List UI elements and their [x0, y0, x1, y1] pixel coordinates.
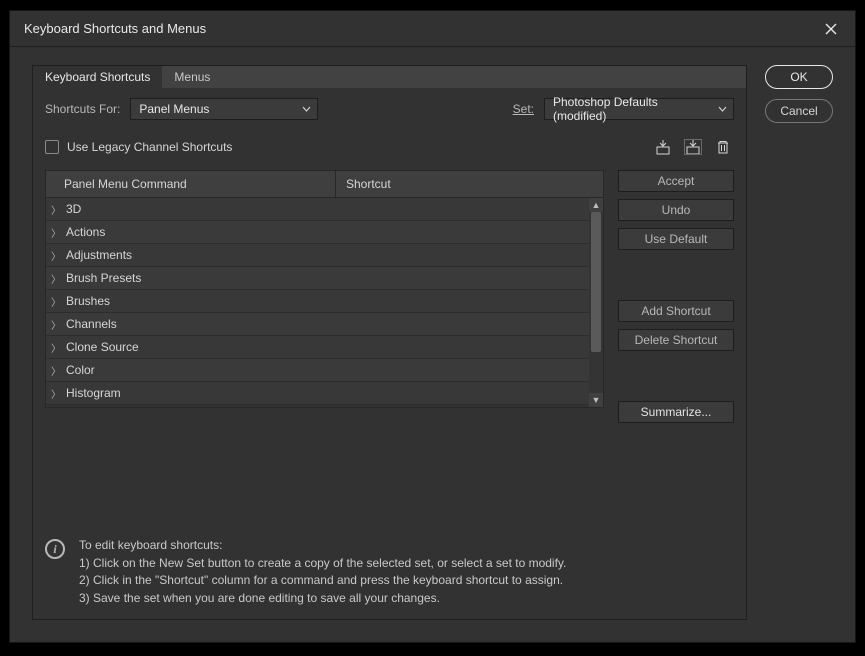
chevron-right-icon: 〉	[46, 340, 66, 355]
scroll-down-button[interactable]: ▼	[589, 393, 603, 407]
chevron-down-icon	[302, 106, 311, 112]
col-shortcut: Shortcut	[336, 171, 603, 197]
chevron-right-icon: 〉	[46, 386, 66, 401]
chevron-right-icon: 〉	[46, 248, 66, 263]
chevron-right-icon: 〉	[46, 202, 66, 217]
table-row[interactable]: 〉Color	[46, 359, 589, 382]
shortcuts-for-select[interactable]: Panel Menus	[130, 98, 318, 120]
chevron-right-icon: 〉	[46, 363, 66, 378]
chevron-down-icon	[718, 106, 727, 112]
table-row[interactable]: 〉Adjustments	[46, 244, 589, 267]
dialog-body: Keyboard Shortcuts Menus Shortcuts For: …	[10, 47, 855, 642]
help-text: i To edit keyboard shortcuts: 1) Click o…	[45, 537, 734, 607]
table-row[interactable]: 〉Brush Presets	[46, 267, 589, 290]
help-line-2: 2) Click in the "Shortcut" column for a …	[79, 572, 566, 589]
row-name: Actions	[66, 225, 589, 239]
row-name: Brushes	[66, 294, 589, 308]
content-zone: Panel Menu Command Shortcut 〉3D〉Actions〉…	[45, 170, 734, 523]
row-name: Adjustments	[66, 248, 589, 262]
tab-keyboard-shortcuts[interactable]: Keyboard Shortcuts	[33, 66, 162, 88]
table-head: Panel Menu Command Shortcut	[45, 170, 604, 198]
chevron-right-icon: 〉	[46, 317, 66, 332]
chevron-right-icon: 〉	[46, 225, 66, 240]
action-buttons: Accept Undo Use Default Add Shortcut Del…	[618, 170, 734, 523]
main-column: Keyboard Shortcuts Menus Shortcuts For: …	[32, 65, 747, 620]
help-lines: To edit keyboard shortcuts: 1) Click on …	[79, 537, 566, 607]
cancel-button[interactable]: Cancel	[765, 99, 833, 123]
undo-button[interactable]: Undo	[618, 199, 734, 221]
set-select[interactable]: Photoshop Defaults (modified)	[544, 98, 734, 120]
tab-menus[interactable]: Menus	[162, 66, 222, 88]
tabstrip: Keyboard Shortcuts Menus	[33, 66, 746, 88]
panel-box: Keyboard Shortcuts Menus Shortcuts For: …	[32, 65, 747, 620]
row-name: 3D	[66, 202, 589, 216]
table-row[interactable]: 〉Histogram	[46, 382, 589, 405]
table-row[interactable]: 〉Actions	[46, 221, 589, 244]
delete-set-button[interactable]	[712, 136, 734, 158]
dialog-title: Keyboard Shortcuts and Menus	[24, 21, 817, 36]
row-name: Channels	[66, 317, 589, 331]
titlebar: Keyboard Shortcuts and Menus	[10, 11, 855, 47]
table-row[interactable]: 〉Clone Source	[46, 336, 589, 359]
help-line-3: 3) Save the set when you are done editin…	[79, 590, 566, 607]
scroll-thumb[interactable]	[591, 212, 601, 352]
chevron-right-icon: 〉	[46, 294, 66, 309]
use-default-button[interactable]: Use Default	[618, 228, 734, 250]
save-set-button[interactable]	[652, 136, 674, 158]
close-icon	[825, 23, 837, 35]
save-set-icon	[654, 139, 672, 155]
chevron-right-icon: 〉	[46, 271, 66, 286]
table-row[interactable]: 〉Brushes	[46, 290, 589, 313]
legacy-checkbox[interactable]	[45, 140, 59, 154]
delete-shortcut-button[interactable]: Delete Shortcut	[618, 329, 734, 351]
set-label: Set:	[513, 102, 534, 116]
help-line-1: 1) Click on the New Set button to create…	[79, 555, 566, 572]
new-set-button[interactable]	[682, 136, 704, 158]
dialog-keyboard-shortcuts: Keyboard Shortcuts and Menus Keyboard Sh…	[9, 10, 856, 643]
legacy-label: Use Legacy Channel Shortcuts	[67, 140, 232, 154]
row-name: Brush Presets	[66, 271, 589, 285]
add-shortcut-button[interactable]: Add Shortcut	[618, 300, 734, 322]
vertical-scrollbar[interactable]: ▲ ▼	[589, 198, 603, 407]
summarize-button[interactable]: Summarize...	[618, 401, 734, 423]
table-row[interactable]: 〉Channels	[46, 313, 589, 336]
table-body: 〉3D〉Actions〉Adjustments〉Brush Presets〉Br…	[45, 198, 604, 408]
shortcut-table: Panel Menu Command Shortcut 〉3D〉Actions〉…	[45, 170, 604, 523]
info-icon: i	[45, 539, 65, 559]
set-value: Photoshop Defaults (modified)	[553, 95, 711, 123]
ok-button[interactable]: OK	[765, 65, 833, 89]
panel-inner: Shortcuts For: Panel Menus Set: Photosho…	[33, 88, 746, 619]
scroll-track[interactable]	[589, 212, 603, 393]
shortcuts-for-label: Shortcuts For:	[45, 102, 120, 116]
shortcuts-for-value: Panel Menus	[139, 102, 209, 116]
accept-button[interactable]: Accept	[618, 170, 734, 192]
side-column: OK Cancel	[765, 65, 833, 620]
table-rows: 〉3D〉Actions〉Adjustments〉Brush Presets〉Br…	[46, 198, 589, 407]
table-row[interactable]: 〉3D	[46, 198, 589, 221]
trash-icon	[716, 139, 730, 155]
row-shortcuts-for: Shortcuts For: Panel Menus Set: Photosho…	[45, 98, 734, 120]
row-name: Clone Source	[66, 340, 589, 354]
row-name: Histogram	[66, 386, 589, 400]
col-command: Panel Menu Command	[46, 171, 336, 197]
close-button[interactable]	[817, 15, 845, 43]
row-legacy: Use Legacy Channel Shortcuts	[45, 136, 734, 158]
scroll-up-button[interactable]: ▲	[589, 198, 603, 212]
help-heading: To edit keyboard shortcuts:	[79, 537, 566, 554]
new-set-icon	[684, 139, 702, 155]
row-name: Color	[66, 363, 589, 377]
